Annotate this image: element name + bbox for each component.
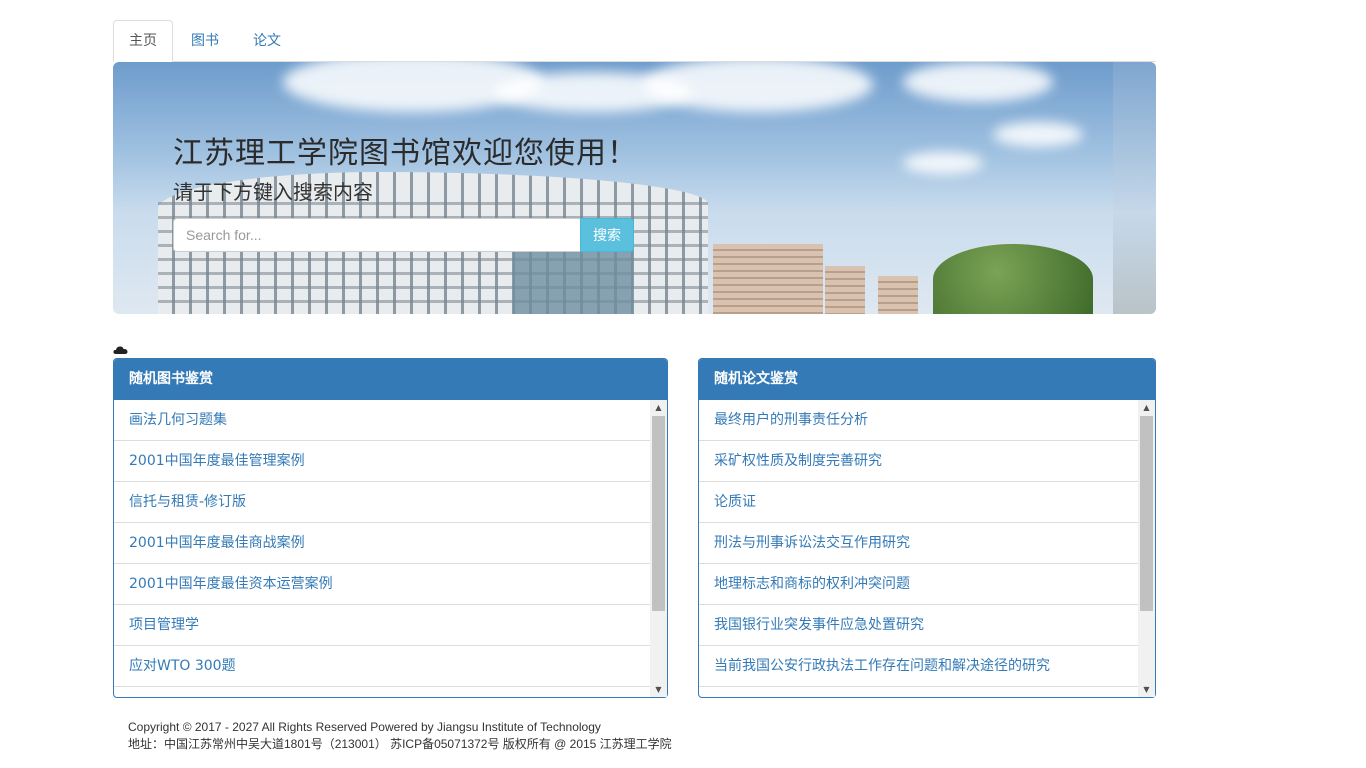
scroll-down-arrow-icon[interactable]: ▼ (650, 682, 667, 697)
papers-list: 最终用户的刑事责任分析 采矿权性质及制度完善研究 论质证 刑法与刑事诉讼法交互作… (699, 400, 1138, 687)
banner-cloud (903, 62, 1053, 102)
search-bar: 搜索 (173, 218, 634, 252)
books-panel-heading: 随机图书鉴赏 (114, 359, 667, 400)
books-panel: 随机图书鉴赏 画法几何习题集 2001中国年度最佳管理案例 信托与租赁-修订版 … (113, 358, 668, 698)
banner-cloud (993, 122, 1083, 147)
banner-trees (933, 244, 1093, 314)
tab-home[interactable]: 主页 (113, 20, 173, 62)
banner-right-edge (1113, 62, 1156, 314)
paper-item[interactable]: 当前我国公安行政执法工作存在问题和解决途径的研究 (699, 646, 1138, 687)
books-list-container: 画法几何习题集 2001中国年度最佳管理案例 信托与租赁-修订版 2001中国年… (114, 400, 667, 697)
banner-title: 江苏理工学院图书馆欢迎您使用！ (173, 136, 638, 171)
footer: Copyright © 2017 - 2027 All Rights Reser… (128, 719, 672, 753)
banner-glass-facade (513, 247, 633, 314)
book-item[interactable]: 项目管理学 (114, 605, 650, 646)
footer-copyright: Copyright © 2017 - 2027 All Rights Reser… (128, 720, 601, 734)
paper-item[interactable]: 论质证 (699, 482, 1138, 523)
paper-item[interactable]: 采矿权性质及制度完善研究 (699, 441, 1138, 482)
paper-item[interactable]: 最终用户的刑事责任分析 (699, 400, 1138, 441)
banner-building (878, 276, 918, 314)
book-item[interactable]: 2001中国年度最佳管理案例 (114, 441, 650, 482)
book-item[interactable]: 2001中国年度最佳商战案例 (114, 523, 650, 564)
paper-item[interactable]: 刑法与刑事诉讼法交互作用研究 (699, 523, 1138, 564)
search-input[interactable] (173, 218, 580, 252)
hero-banner: 江苏理工学院图书馆欢迎您使用！ 请于下方键入搜索内容 搜索 (113, 62, 1156, 314)
book-item[interactable]: 信托与租赁-修订版 (114, 482, 650, 523)
paper-item[interactable]: 我国银行业突发事件应急处置研究 (699, 605, 1138, 646)
scroll-down-arrow-icon[interactable]: ▼ (1138, 682, 1155, 697)
footer-address: 地址：中国江苏常州中吴大道1801号（213001） 苏ICP备05071372… (128, 737, 672, 751)
papers-panel-heading: 随机论文鉴赏 (699, 359, 1155, 400)
scroll-thumb[interactable] (1140, 416, 1153, 611)
banner-building (713, 244, 823, 314)
banner-cloud (643, 62, 873, 112)
papers-panel: 随机论文鉴赏 最终用户的刑事责任分析 采矿权性质及制度完善研究 论质证 刑法与刑… (698, 358, 1156, 698)
banner-cloud (903, 152, 983, 174)
search-button[interactable]: 搜索 (580, 218, 634, 252)
book-item[interactable]: 2001中国年度最佳资本运营案例 (114, 564, 650, 605)
cloud-icon (113, 346, 128, 354)
tab-papers[interactable]: 论文 (237, 20, 297, 62)
tab-books[interactable]: 图书 (175, 20, 235, 62)
paper-item[interactable]: 地理标志和商标的权利冲突问题 (699, 564, 1138, 605)
papers-scrollbar[interactable]: ▲ ▼ (1138, 400, 1155, 697)
book-item[interactable]: 画法几何习题集 (114, 400, 650, 441)
scroll-thumb[interactable] (652, 416, 665, 611)
papers-list-container: 最终用户的刑事责任分析 采矿权性质及制度完善研究 论质证 刑法与刑事诉讼法交互作… (699, 400, 1155, 697)
book-item[interactable]: 应对WTO 300题 (114, 646, 650, 687)
nav-tabs: 主页 图书 论文 (113, 20, 1156, 62)
banner-subtitle: 请于下方键入搜索内容 (173, 180, 373, 204)
books-scrollbar[interactable]: ▲ ▼ (650, 400, 667, 697)
scroll-up-arrow-icon[interactable]: ▲ (650, 400, 667, 415)
scroll-up-arrow-icon[interactable]: ▲ (1138, 400, 1155, 415)
banner-building (825, 266, 865, 314)
books-list: 画法几何习题集 2001中国年度最佳管理案例 信托与租赁-修订版 2001中国年… (114, 400, 650, 687)
